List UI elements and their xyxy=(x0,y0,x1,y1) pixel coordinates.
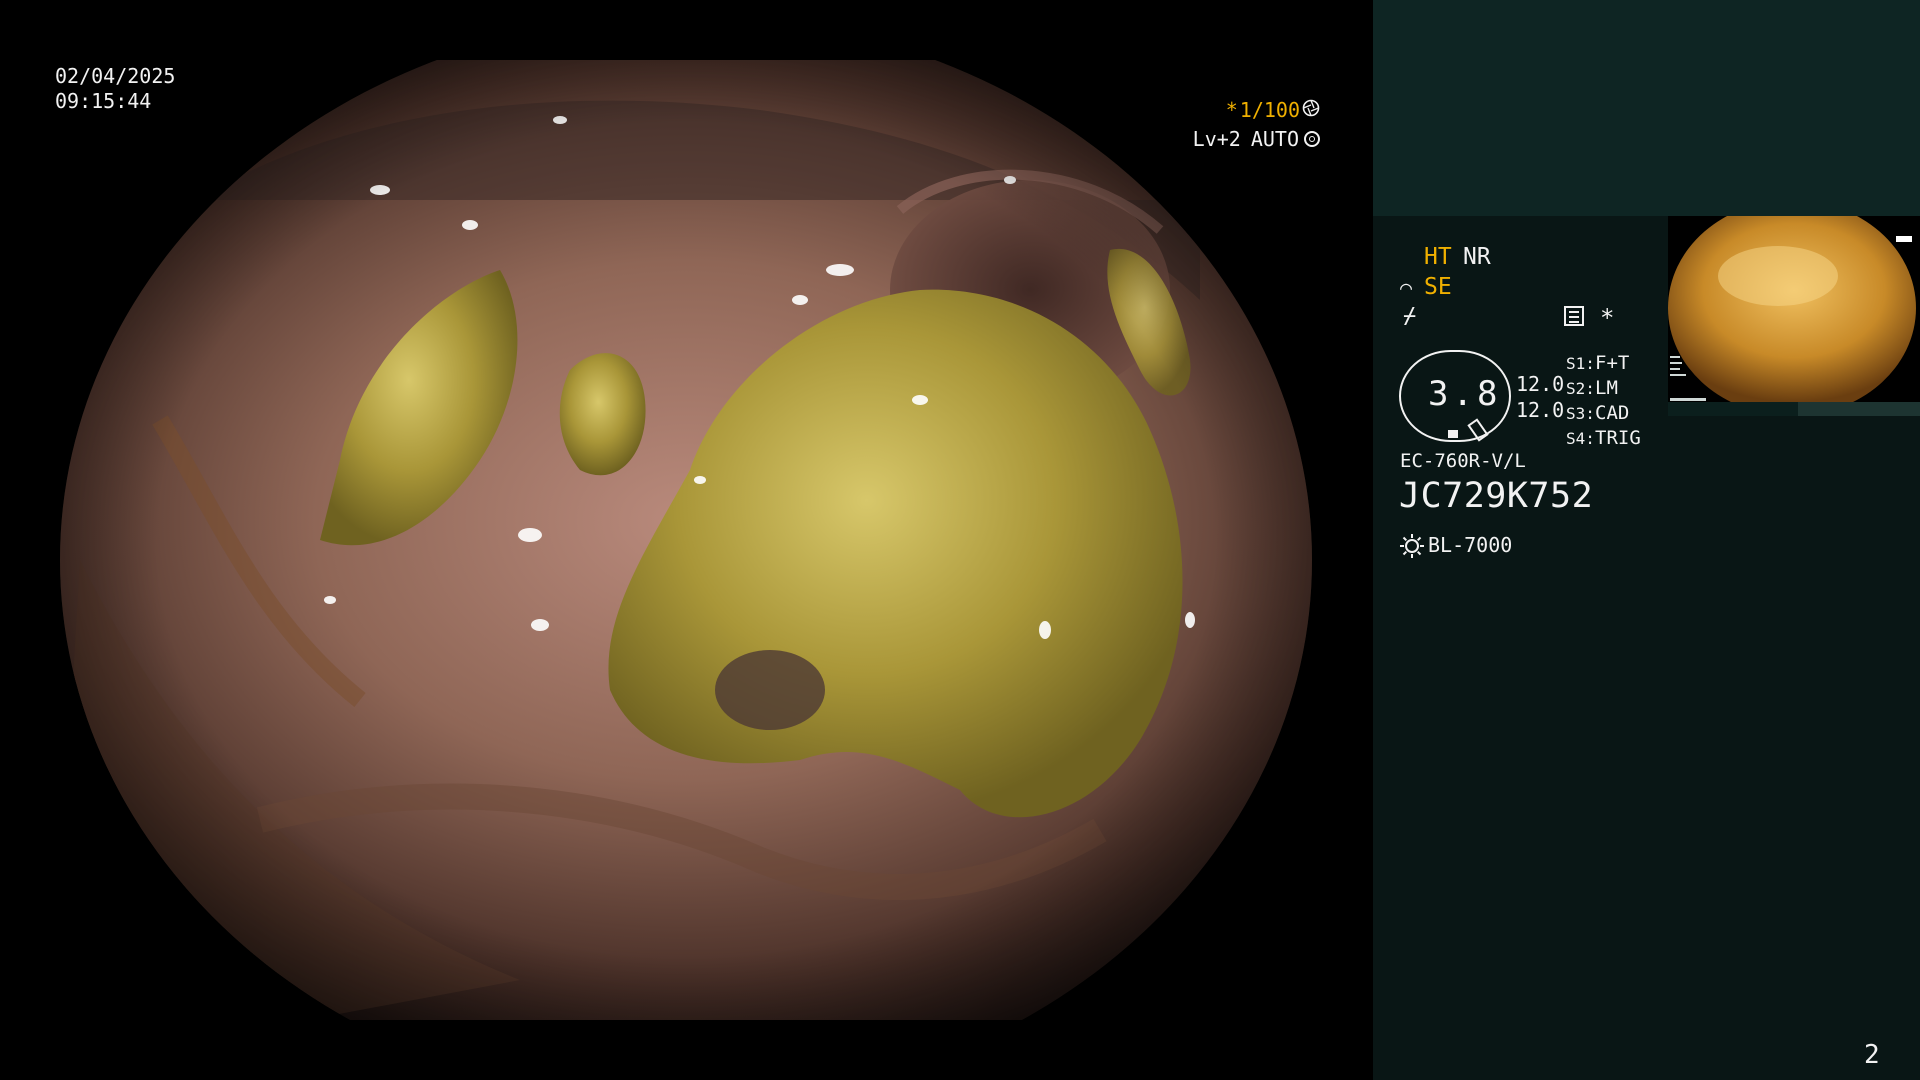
ht-indicator: HT xyxy=(1424,244,1452,270)
switch-value-s4: TRIG xyxy=(1595,427,1641,449)
thumbnail-status-segment xyxy=(1668,402,1798,416)
aperture-icon xyxy=(1302,98,1320,122)
iris-icon xyxy=(1304,131,1320,147)
light-source-icon xyxy=(1399,533,1425,563)
zoom-marker-icon xyxy=(1448,430,1458,438)
iris-level-display: Lv+2 AUTO xyxy=(1193,127,1320,151)
scope-serial: JC729K752 xyxy=(1399,476,1594,516)
shutter-display: * 1/100 xyxy=(1226,98,1320,122)
date-text: 02/04/2025 xyxy=(55,64,176,88)
setting-value-1: 12.0 xyxy=(1516,372,1565,396)
panel-header-area xyxy=(1373,0,1920,216)
nr-indicator: NR xyxy=(1463,244,1491,270)
date-time-display: 02/04/2025 09:15:44 xyxy=(55,64,175,114)
switch-key-s4: S4: xyxy=(1566,429,1595,448)
page-number: 2 xyxy=(1864,1040,1880,1070)
magnification-value: 3.8 xyxy=(1428,374,1502,414)
switch-value-s2: LM xyxy=(1595,377,1618,399)
switch-value-s3: CAD xyxy=(1595,402,1630,424)
se-indicator: SE xyxy=(1424,274,1452,300)
switch-key-s2: S2: xyxy=(1566,379,1595,398)
setting-value-2: 12.0 xyxy=(1516,398,1565,422)
shutter-speed-text: 1/100 xyxy=(1239,98,1300,122)
switch-value-s1: F+T xyxy=(1595,352,1630,374)
flash-icon: ⌿ xyxy=(1403,304,1417,329)
switch-key-s3: S3: xyxy=(1566,404,1595,423)
endoscopy-monitor: 02/04/2025 09:15:44 * 1/100 Lv+2 AUTO HT … xyxy=(0,0,1920,1080)
endoscopic-image-view: 02/04/2025 09:15:44 * 1/100 Lv+2 AUTO xyxy=(0,0,1372,1080)
iris-mode-text: AUTO xyxy=(1250,127,1299,151)
structure-enhance-icon: ⌒ xyxy=(1400,275,1413,299)
time-text: 09:15:44 xyxy=(55,89,152,113)
scope-model: EC-760R-V/L xyxy=(1400,450,1526,472)
asterisk-indicator: * xyxy=(1600,304,1615,332)
info-panel: HT NR ⌒ SE ⌿ * 3.8 12.0 12.0 S1: F+T S2:… xyxy=(1373,0,1920,1080)
capture-thumbnail[interactable] xyxy=(1668,216,1920,402)
menu-icon xyxy=(1564,306,1584,326)
endoscopic-image xyxy=(0,0,1372,1080)
thumbnail-image xyxy=(1668,216,1920,402)
switch-key-s1: S1: xyxy=(1566,354,1595,373)
shutter-prefix: * xyxy=(1225,98,1238,122)
light-source-model: BL-7000 xyxy=(1428,533,1513,557)
brightness-level-text: Lv+2 xyxy=(1192,127,1241,151)
